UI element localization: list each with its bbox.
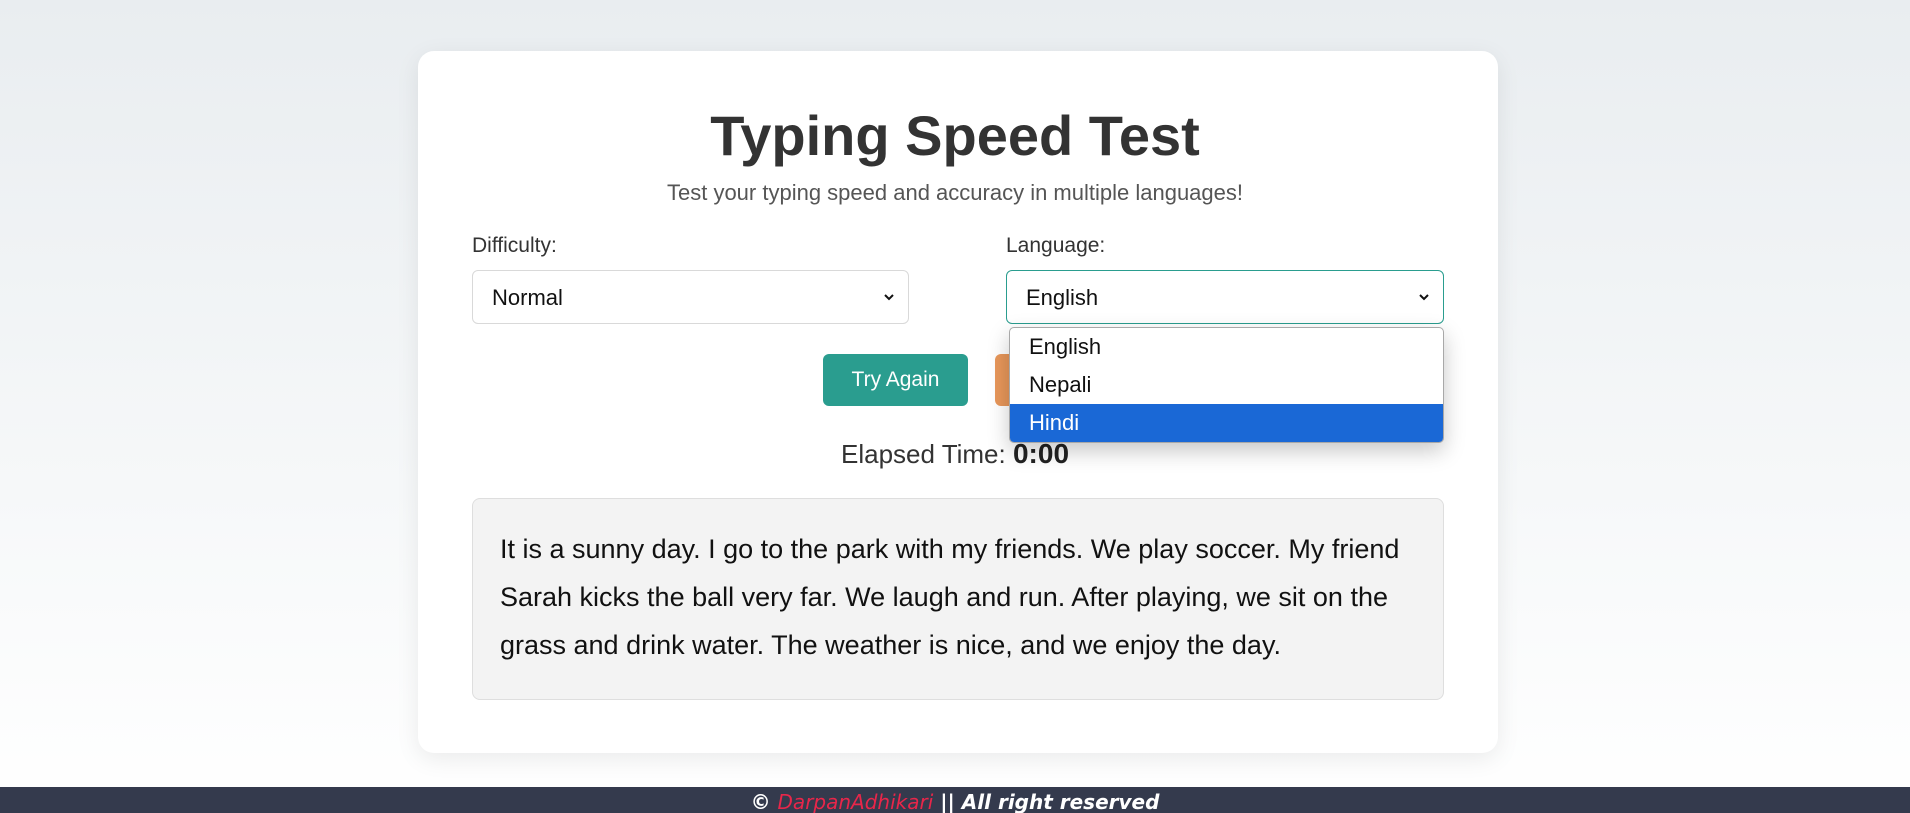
elapsed-time: Elapsed Time: 0:00 (0, 437, 1910, 471)
footer-author-link[interactable]: DarpanAdhikari (778, 790, 934, 813)
footer-rights: || All right reserved (940, 790, 1160, 813)
language-label: Language: (1006, 234, 1106, 257)
language-option-english[interactable]: English (1010, 328, 1443, 366)
language-option-hindi[interactable]: Hindi (1010, 404, 1443, 442)
chevron-down-icon (1419, 294, 1429, 301)
footer: © DarpanAdhikari || All right reserved (0, 787, 1910, 813)
elapsed-time-label: Elapsed Time: (840, 439, 1006, 469)
typing-passage: It is a sunny day. I go to the park with… (472, 498, 1444, 700)
page-subtitle: Test your typing speed and accuracy in m… (666, 180, 1243, 205)
language-dropdown-menu: English Nepali Hindi (1009, 327, 1444, 443)
language-select-value: English (1026, 285, 1099, 310)
difficulty-select-value: Normal (492, 285, 563, 310)
chevron-down-icon (884, 294, 894, 301)
language-option-nepali[interactable]: Nepali (1010, 366, 1443, 404)
passage-text: It is a sunny day. I go to the park with… (500, 534, 1400, 660)
try-again-button[interactable]: Try Again (823, 354, 968, 406)
difficulty-select[interactable]: Normal (472, 270, 909, 324)
copyright-symbol: © (750, 790, 771, 813)
difficulty-label: Difficulty: (472, 234, 557, 257)
language-select[interactable]: English (1006, 270, 1444, 324)
page-title: Typing Speed Test (710, 104, 1200, 167)
